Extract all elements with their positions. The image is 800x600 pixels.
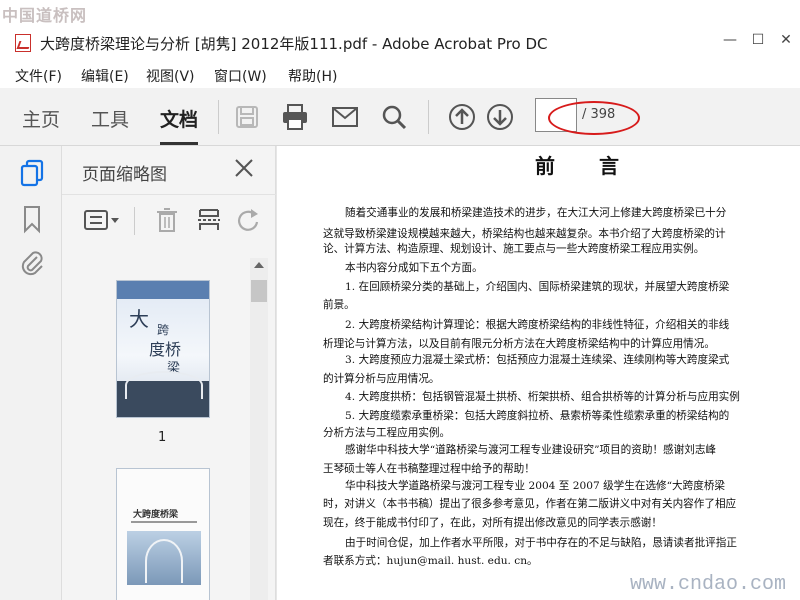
left-navigation-rail [0,146,62,600]
thumbnails-icon[interactable] [18,158,46,188]
maximize-button[interactable]: ☐ [748,30,768,50]
text-line: 论、计算方法、构造原理、规划设计、施工要点与一些大跨度桥梁工程应用实例。 [323,243,705,255]
text-line: 现在，终于能成书付印了，在此，对所有提出修改意见的同学表示感谢！ [323,517,662,529]
menu-window[interactable]: 窗口(W) [214,66,267,86]
thumbnail-toolbar [62,194,276,246]
text-line: 时，对讲义（本书书稿）提出了很多参考意见，作者在第二版讲义中对有关内容作了相应 [323,498,737,510]
toolbar-separator [218,100,219,134]
close-icon[interactable] [232,156,256,180]
text-line: 感谢华中科技大学“道路桥梁与渡河工程专业建设研究”项目的资助！感谢刘志峰 [345,444,717,456]
tab-tools[interactable]: 工具 [91,105,129,132]
tab-document[interactable]: 文档 [160,105,199,145]
panel-title: 页面缩略图 [82,165,167,185]
text-line: 前景。 [323,299,355,311]
minimize-button[interactable]: — [720,30,740,50]
document-page: 前言 随着交通事业的发展和桥梁建造技术的进步，在大江大河上修建大跨度桥梁已十分这… [295,146,800,600]
text-line: 本书内容分成如下五个方面。 [345,262,483,274]
text-line: 分析方法与工程应用实例。 [323,427,451,439]
cover-rule [131,521,197,523]
acrobat-app-icon [15,34,31,52]
delete-page-icon[interactable] [152,205,182,235]
text-line: 王琴硕士等人在书稿整理过程中给予的帮助！ [323,463,535,475]
text-line: 随着交通事业的发展和桥梁建造技术的进步，在大江大河上修建大跨度桥梁已十分 [345,207,727,219]
page-thumbnails-panel: 页面缩略图 大 跨 度桥 梁 1 大跨度桥梁 [62,146,276,600]
email-icon[interactable] [330,102,360,132]
text-line: 析理论与计算方法，以及目前有限元分析方法在大跨度桥梁结构中的计算应用情况。 [323,338,715,350]
menu-file[interactable]: 文件(F) [15,66,62,86]
watermark-top: 中国道桥网 [2,6,88,25]
print-icon[interactable] [280,102,310,132]
text-line: 华中科技大学道路桥梁与渡河工程专业 2004 至 2007 级学生在选修“大跨度… [345,480,726,492]
text-line: 3. 大跨度预应力混凝土梁式桥：包括预应力混凝土连续梁、连续刚构等大跨度梁式 [345,354,730,366]
toolbar: 主页 工具 文档 / 398 [0,88,800,146]
cover-band [117,281,209,299]
text-line: 这就导致桥梁建设规模越来越大，桥梁结构也越来越复杂。本书介绍了大跨度桥梁的计 [323,228,726,240]
text-line: 5. 大跨度缆索承重桥梁：包括大跨度斜拉桥、悬索桥等柔性缆索承重的桥梁结构的 [345,410,730,422]
close-window-button[interactable]: ✕ [776,30,796,50]
thumbnail-options-icon[interactable] [82,205,122,235]
page-thumbnail-1[interactable]: 大 跨 度桥 梁 [116,280,210,418]
annotation-circle [548,101,640,135]
page-down-icon[interactable] [485,102,515,132]
scroll-thumb[interactable] [251,280,267,302]
scroll-up-arrow[interactable] [254,262,264,268]
thumbnail-list: 大 跨 度桥 梁 1 大跨度桥梁 [62,256,248,600]
window-title: 大跨度桥梁理论与分析 [胡隽] 2012年版111.pdf - Adobe Ac… [40,35,548,53]
text-line: 由于时间仓促，加上作者水平所限，对于书中存在的不足与缺陷，恳请读者批评指正 [345,537,737,549]
attachment-icon[interactable] [18,248,46,278]
page-thumbnail-2[interactable]: 大跨度桥梁 [116,468,210,600]
cover-title-char: 大 [129,307,149,331]
cover-bridge-arch [125,371,203,399]
text-line: 的计算分析与应用情况。 [323,373,440,385]
search-icon[interactable] [379,102,409,132]
menu-bar: 文件(F) 编辑(E) 视图(V) 窗口(W) 帮助(H) [0,62,800,88]
thumbnail-page-number: 1 [158,430,167,445]
thumbnail-scrollbar[interactable] [250,258,268,600]
text-line: 者联系方式：hujun@mail. hust. edu. cn。 [323,555,538,567]
tab-home[interactable]: 主页 [22,105,60,132]
rotate-page-icon[interactable] [234,205,264,235]
toolbar-separator [428,100,429,134]
text-line: 4. 大跨度拱桥：包括钢管混凝土拱桥、桁架拱桥、组合拱桥等的计算分析与应用实例 [345,391,740,403]
menu-edit[interactable]: 编辑(E) [81,66,129,86]
menu-help[interactable]: 帮助(H) [288,66,337,86]
page-up-icon[interactable] [447,102,477,132]
page-heading: 前言 [535,154,663,178]
menu-view[interactable]: 视图(V) [146,66,195,86]
text-line: 2. 大跨度桥梁结构计算理论：根据大跨度桥梁结构的非线性特征，介绍相关的非线 [345,319,730,331]
cover-title: 大跨度桥梁 [133,510,179,520]
text-line: 1. 在回顾桥梁分类的基础上，介绍国内、国际桥梁建筑的现状，并展望大跨度桥梁 [345,281,730,293]
cover-bridge-arch [145,539,183,583]
bookmark-icon[interactable] [18,204,46,234]
save-icon[interactable] [232,102,262,132]
extract-page-icon[interactable] [194,205,224,235]
title-bar: 大跨度桥梁理论与分析 [胡隽] 2012年版111.pdf - Adobe Ac… [0,0,800,62]
watermark-bottom: www.cndao.com [629,573,786,596]
toolbar-separator [134,207,135,235]
document-view[interactable]: 前言 随着交通事业的发展和桥梁建造技术的进步，在大江大河上修建大跨度桥梁已十分这… [276,146,800,600]
